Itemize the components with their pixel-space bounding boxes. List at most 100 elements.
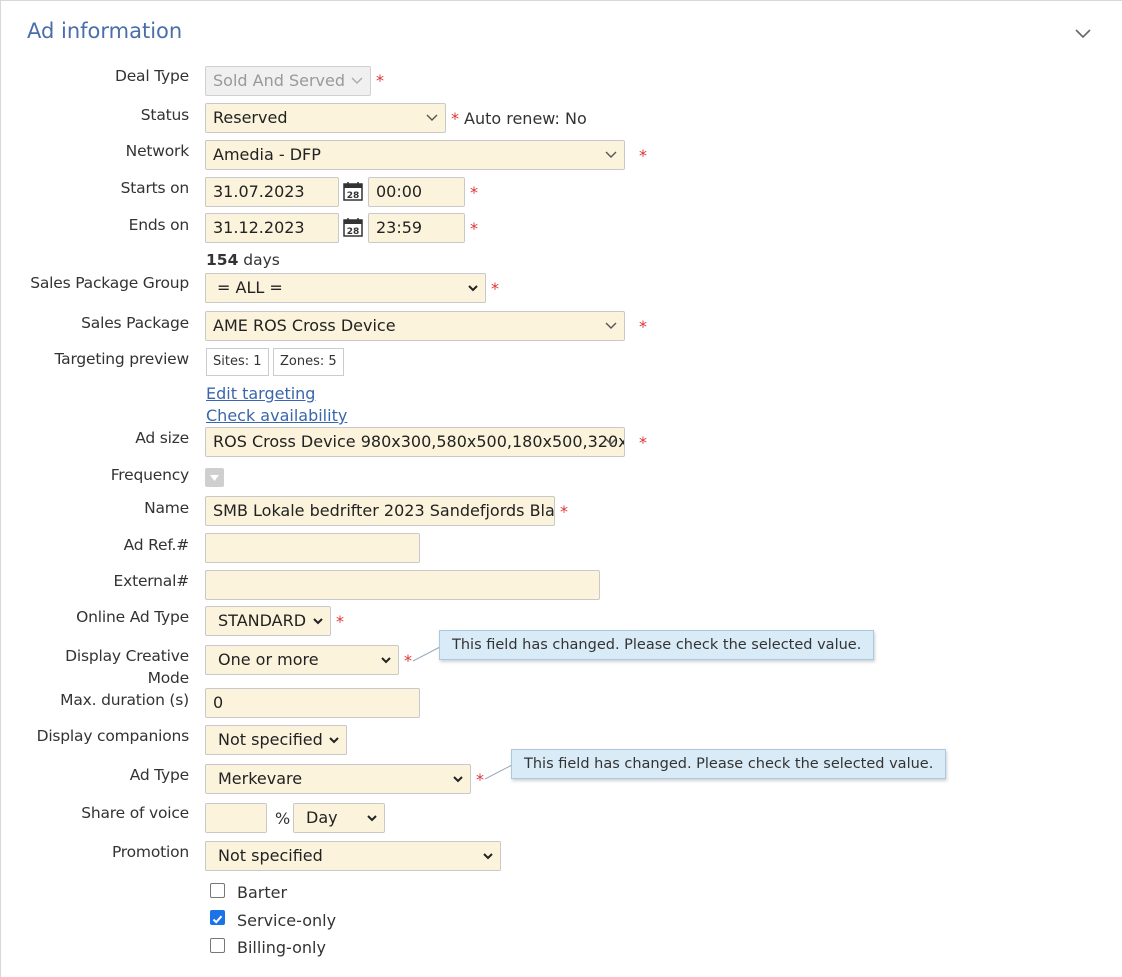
required-mark: * — [639, 433, 647, 452]
auto-renew-text: Auto renew: No — [464, 109, 587, 128]
chevron-down-icon — [605, 151, 617, 158]
end-date-input[interactable]: 31.12.2023 — [205, 213, 339, 243]
calendar-icon[interactable]: 28 — [343, 217, 363, 237]
display-creative-mode-value: One or more — [218, 650, 319, 669]
duration-count: 154 — [206, 251, 239, 269]
start-time-input[interactable]: 00:00 — [368, 177, 465, 207]
online-ad-type-label: Online Ad Type — [76, 608, 189, 626]
required-mark: * — [376, 71, 384, 90]
ad-information-panel: Ad information Deal Type Sold And Served… — [0, 0, 1122, 977]
tooltip-pointer — [412, 646, 441, 662]
frequency-label: Frequency — [110, 466, 189, 484]
targeting-preview-label: Targeting preview — [54, 350, 189, 368]
duration-unit: days — [243, 251, 280, 269]
chevron-down-icon — [605, 438, 617, 445]
creative-mode-changed-tooltip: This field has changed. Please check the… — [439, 630, 875, 660]
required-mark: * — [470, 219, 478, 238]
frequency-expand-button[interactable] — [205, 468, 224, 487]
deal-type-label: Deal Type — [114, 67, 189, 85]
chevron-down-icon — [483, 853, 493, 860]
share-of-voice-input[interactable] — [205, 803, 267, 833]
sales-package-label: Sales Package — [81, 314, 189, 332]
triangle-down-icon — [210, 475, 219, 481]
promotion-select[interactable]: Not specified — [205, 841, 501, 871]
display-companions-select[interactable]: Not specified — [205, 725, 347, 755]
chevron-down-icon — [605, 322, 617, 329]
ends-on-label: Ends on — [128, 216, 190, 234]
display-creative-mode-select[interactable]: One or more — [205, 645, 399, 675]
sales-package-group-label: Sales Package Group — [30, 274, 189, 292]
required-mark: * — [639, 317, 647, 336]
ad-size-label: Ad size — [135, 429, 189, 447]
ad-size-value: ROS Cross Device 980x300,580x500,180x500… — [213, 432, 624, 451]
service-only-checkbox[interactable] — [210, 910, 225, 925]
status-value: Reserved — [213, 108, 288, 127]
display-companions-label: Display companions — [36, 727, 190, 745]
max-duration-input[interactable]: 0 — [205, 688, 420, 718]
external-label: External# — [113, 572, 190, 590]
required-mark: * — [336, 612, 344, 631]
ad-ref-label: Ad Ref.# — [123, 536, 190, 554]
ad-type-select[interactable]: Merkevare — [205, 764, 471, 794]
sov-period-select[interactable]: Day — [293, 803, 385, 833]
targeting-sites-chip: Sites: 1 — [206, 348, 269, 376]
deal-type-select: Sold And Served — [205, 66, 371, 96]
status-select[interactable]: Reserved — [205, 103, 446, 133]
network-select[interactable]: Amedia - DFP — [205, 140, 625, 170]
barter-label: Barter — [237, 883, 288, 902]
sales-package-select[interactable]: AME ROS Cross Device — [205, 311, 625, 341]
check-availability-link[interactable]: Check availability — [206, 406, 347, 426]
ad-ref-input[interactable] — [205, 533, 420, 563]
chevron-down-icon — [367, 815, 377, 822]
status-label: Status — [140, 106, 189, 124]
duration-text: 154 days — [206, 251, 280, 269]
starts-on-label: Starts on — [120, 179, 190, 197]
ad-type-changed-tooltip: This field has changed. Please check the… — [511, 749, 947, 779]
required-mark: * — [404, 651, 412, 670]
required-mark: * — [560, 502, 568, 521]
name-label: Name — [144, 499, 189, 517]
sales-package-group-select[interactable]: = ALL = — [205, 273, 486, 303]
barter-checkbox[interactable] — [210, 883, 225, 898]
billing-only-label: Billing-only — [237, 938, 326, 957]
ad-type-value: Merkevare — [218, 769, 303, 788]
required-mark: * — [476, 770, 484, 789]
promotion-label: Promotion — [111, 843, 189, 861]
sales-package-group-value: = ALL = — [217, 278, 283, 297]
chevron-down-icon — [351, 77, 363, 84]
name-input[interactable]: SMB Lokale bedrifter 2023 Sandefjords Bl… — [205, 496, 555, 526]
required-mark: * — [491, 279, 499, 298]
chevron-down-icon — [313, 618, 323, 625]
checkmark-icon — [212, 915, 223, 924]
calendar-day-text: 28 — [347, 227, 360, 237]
share-of-voice-label: Share of voice — [81, 804, 189, 822]
service-only-label: Service-only — [237, 911, 337, 930]
end-time-input[interactable]: 23:59 — [368, 213, 465, 243]
calendar-icon[interactable]: 28 — [343, 181, 363, 201]
ad-type-label: Ad Type — [129, 766, 190, 784]
promotion-value: Not specified — [218, 846, 323, 865]
max-duration-label: Max. duration (s) — [60, 691, 189, 709]
network-label: Network — [125, 142, 190, 160]
required-mark: * — [639, 146, 647, 165]
external-input[interactable] — [205, 570, 600, 600]
sales-package-value: AME ROS Cross Device — [213, 316, 396, 335]
chevron-down-icon — [426, 114, 438, 121]
start-date-input[interactable]: 31.07.2023 — [205, 177, 339, 207]
targeting-zones-chip: Zones: 5 — [273, 348, 344, 376]
tooltip-pointer — [484, 764, 513, 780]
chevron-down-icon — [329, 737, 339, 744]
display-companions-value: Not specified — [218, 730, 323, 749]
chevron-down-icon — [381, 657, 391, 664]
calendar-day-text: 28 — [347, 191, 360, 201]
network-value: Amedia - DFP — [213, 145, 321, 164]
billing-only-checkbox[interactable] — [210, 938, 225, 953]
panel-title: Ad information — [27, 19, 183, 43]
chevron-down-icon — [453, 776, 463, 783]
ad-size-select[interactable]: ROS Cross Device 980x300,580x500,180x500… — [205, 427, 625, 457]
edit-targeting-link[interactable]: Edit targeting — [206, 384, 315, 404]
required-mark: * — [451, 109, 459, 128]
deal-type-value: Sold And Served — [213, 71, 346, 90]
collapse-chevron-icon[interactable] — [1073, 23, 1093, 43]
online-ad-type-select[interactable]: STANDARD — [205, 606, 331, 636]
